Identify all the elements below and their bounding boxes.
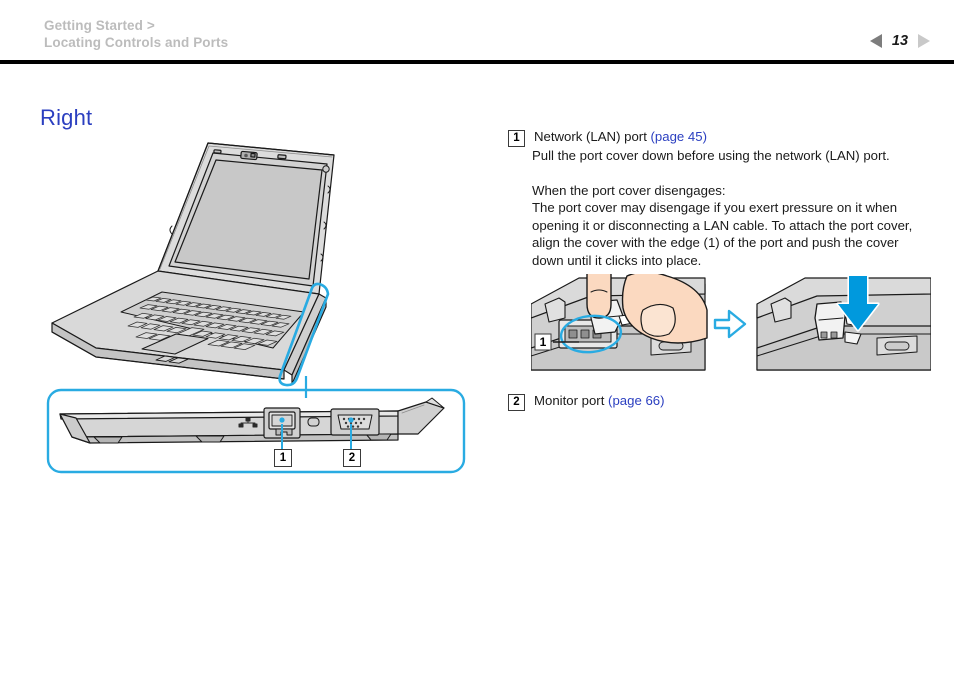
breadcrumb-parent: Getting Started > bbox=[44, 18, 155, 33]
item-label: Network (LAN) port bbox=[534, 129, 647, 144]
description-column: 1 Network (LAN) port (page 45) Pull the … bbox=[508, 128, 928, 271]
item-network-lan-port: 1 Network (LAN) port (page 45) Pull the … bbox=[508, 128, 928, 269]
laptop-illustration bbox=[36, 126, 476, 398]
item-title: Monitor port (page 66) bbox=[534, 392, 665, 410]
page-reference-link[interactable]: (page 66) bbox=[608, 393, 664, 408]
arrow-right-outline-icon bbox=[713, 309, 747, 339]
page-navigation: 13 bbox=[870, 33, 930, 49]
page-reference-link[interactable]: (page 45) bbox=[651, 129, 707, 144]
item-label: Monitor port bbox=[534, 393, 605, 408]
illustration-column: 1 2 bbox=[36, 126, 476, 491]
header-divider bbox=[0, 60, 954, 64]
item-description-3: The port cover may disengage if you exer… bbox=[532, 200, 913, 268]
page-number: 13 bbox=[891, 33, 909, 49]
procedure-illustration: 1 bbox=[531, 274, 931, 386]
side-view-illustration: 1 2 bbox=[46, 388, 466, 493]
item-description-1: Pull the port cover down before using th… bbox=[532, 148, 890, 163]
procedure-panel-2 bbox=[756, 274, 931, 381]
item-title: Network (LAN) port (page 45) bbox=[534, 128, 707, 146]
page-header: Getting Started > Locating Controls and … bbox=[0, 0, 954, 64]
triangle-right-icon[interactable] bbox=[918, 34, 930, 48]
callout-badge-1: 1 bbox=[274, 449, 292, 467]
procedure-panel-1 bbox=[531, 274, 708, 381]
breadcrumb-current: Locating Controls and Ports bbox=[44, 35, 229, 50]
procedure-callout-1: 1 bbox=[540, 335, 547, 349]
item-number-badge: 2 bbox=[508, 394, 525, 411]
item-monitor-port: 2 Monitor port (page 66) bbox=[508, 392, 928, 411]
breadcrumb: Getting Started > Locating Controls and … bbox=[44, 17, 228, 51]
item-number-badge: 1 bbox=[508, 130, 525, 147]
triangle-left-icon[interactable] bbox=[870, 34, 882, 48]
item-description-2: When the port cover disengages: bbox=[532, 182, 726, 198]
callout-badge-2: 2 bbox=[343, 449, 361, 467]
